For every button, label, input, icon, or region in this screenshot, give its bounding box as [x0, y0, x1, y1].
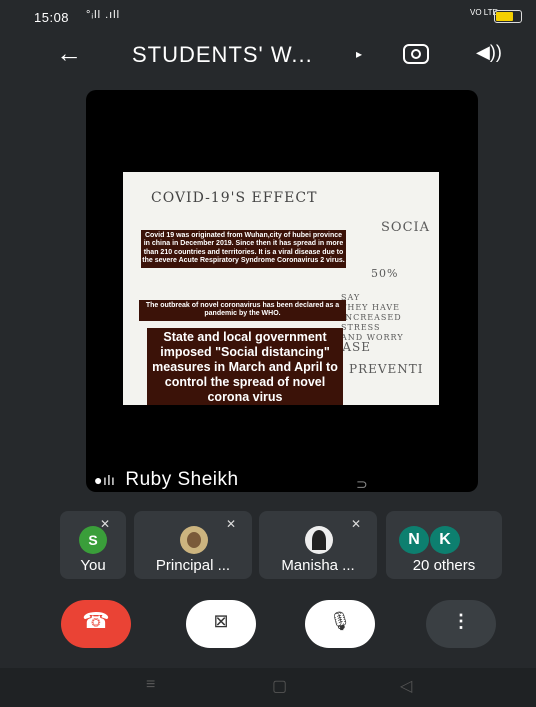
- participant-tile-principal[interactable]: ✕ Principal ...: [134, 511, 252, 579]
- battery-icon: [494, 10, 522, 23]
- whiteboard-stat: 50%: [371, 267, 399, 280]
- end-call-button[interactable]: ☎: [61, 600, 131, 648]
- camera-off-icon: ⊠: [213, 611, 229, 631]
- back-icon[interactable]: ←: [56, 38, 82, 69]
- clock: 15:08: [34, 10, 70, 25]
- whiteboard-stat-note: SAY THEY HAVE INCREASED STRESS AND WORRY: [341, 293, 404, 342]
- system-navbar: ≡ ▢ ◁: [0, 668, 536, 707]
- avatar: N: [399, 526, 429, 554]
- mic-off-icon: ✕: [351, 517, 362, 531]
- more-vert-icon: ⋮: [452, 611, 470, 631]
- whiteboard-heading: COVID-19'S EFFECT: [151, 190, 318, 206]
- mic-toggle-button[interactable]: 🎙: [305, 600, 375, 648]
- mic-off-icon: 🎙: [328, 611, 352, 631]
- home-icon[interactable]: ▢: [272, 676, 287, 696]
- participant-tile-others[interactable]: N K 20 others: [386, 511, 502, 579]
- whiteboard-side-heading: SOCIA: [381, 220, 431, 235]
- avatar: [180, 526, 208, 554]
- audio-wave-icon: ●ılı: [94, 472, 116, 488]
- call-header: ← STUDENTS' W... ▸ ◀)): [0, 30, 536, 80]
- paragraph-pandemic: The outbreak of novel coronavirus has be…: [139, 300, 346, 321]
- speaker-name: Ruby Sheikh: [125, 469, 239, 490]
- participant-tile-manisha[interactable]: ✕ Manisha ...: [259, 511, 377, 579]
- avatar: [305, 526, 333, 554]
- more-options-button[interactable]: ⋮: [426, 600, 496, 648]
- chevron-right-icon[interactable]: ▸: [356, 47, 362, 61]
- whiteboard-prevent: PREVENTI: [349, 362, 424, 376]
- signal-icon: °ᵢll .ıll: [86, 9, 121, 21]
- speaker-label: ●ılı Ruby Sheikh: [94, 469, 239, 491]
- avatar: K: [430, 526, 460, 554]
- participant-label: Principal ...: [155, 557, 231, 574]
- meeting-title[interactable]: STUDENTS' W...: [132, 42, 313, 68]
- participant-label: Manisha ...: [281, 557, 355, 574]
- main-video[interactable]: COVID-19'S EFFECT SOCIA 50% SAY THEY HAV…: [86, 90, 478, 492]
- camera-toggle-button[interactable]: ⊠: [186, 600, 256, 648]
- status-bar: 15:08 °ᵢll .ıll VO LTE: [0, 0, 536, 30]
- paragraph-origin: Covid 19 was originated from Wuhan,city …: [141, 230, 346, 268]
- mic-off-icon: ✕: [226, 517, 237, 531]
- phone-hangup-icon: ☎: [82, 608, 110, 633]
- menu-icon[interactable]: ≡: [146, 676, 155, 694]
- participant-label: You: [80, 557, 106, 574]
- switch-camera-icon[interactable]: [403, 44, 429, 64]
- shared-whiteboard: COVID-19'S EFFECT SOCIA 50% SAY THEY HAV…: [123, 172, 439, 405]
- speaker-icon[interactable]: ◀)): [476, 42, 502, 63]
- participant-tile-you[interactable]: ✕ S You: [60, 511, 126, 579]
- avatar: S: [79, 526, 107, 554]
- paragraph-distancing: State and local government imposed "Soci…: [147, 328, 343, 405]
- pin-icon[interactable]: ⊃: [356, 476, 368, 492]
- participant-label: 20 others: [412, 557, 476, 574]
- back-nav-icon[interactable]: ◁: [400, 676, 412, 696]
